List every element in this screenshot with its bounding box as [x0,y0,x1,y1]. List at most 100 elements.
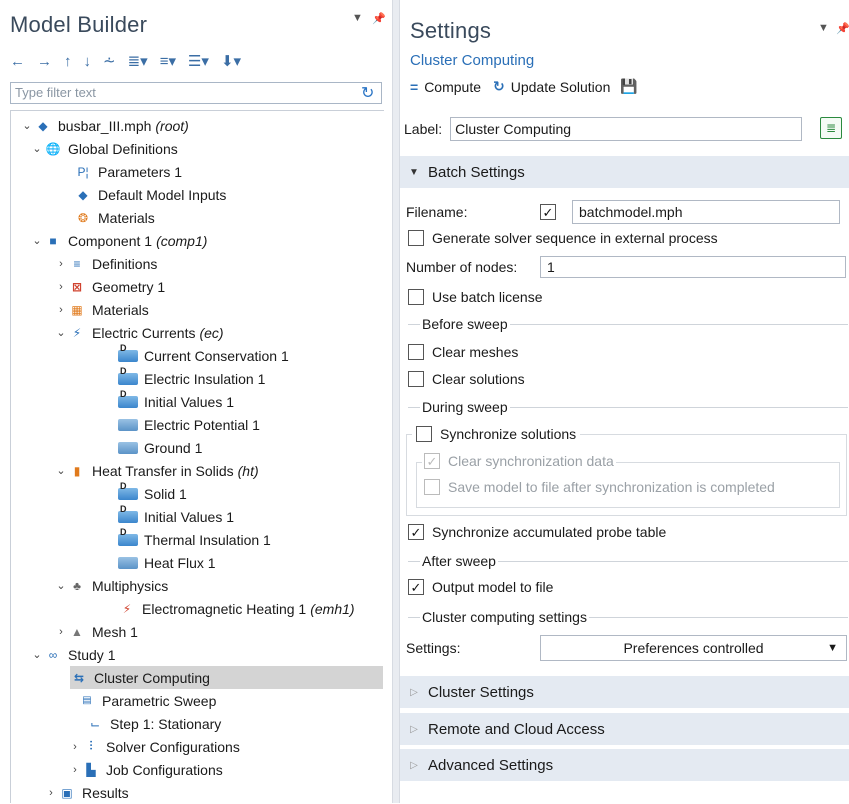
tree-node-study[interactable]: ⌄ ∞ Study 1 [30,643,115,666]
save-after-sync-row[interactable]: Save model to file after synchronization… [424,479,775,495]
tree-node-electric-potential[interactable]: Electric Potential 1 [118,413,260,436]
collapsed-chevron-icon[interactable]: › [54,281,68,293]
clear-sync-data-row[interactable]: ✓ Clear synchronization data [422,453,616,469]
tree-node-job-configurations[interactable]: › ▙ Job Configurations [68,758,223,781]
tree-node-cluster-computing[interactable]: ⇆ Cluster Computing [70,666,383,689]
collapsed-chevron-icon[interactable]: › [68,741,82,753]
panel-splitter[interactable] [392,0,400,803]
move-down-icon[interactable]: ↓ [84,53,92,70]
expanded-chevron-icon[interactable]: ⌄ [30,234,44,247]
filename-input[interactable]: batchmodel.mph [572,200,840,224]
update-solution-icon[interactable]: ↻ [493,78,505,95]
tree-node-global-definitions[interactable]: ⌄ 🌐 Global Definitions [30,137,178,160]
tree-node-electric-insulation[interactable]: D Electric Insulation 1 [118,366,265,390]
tree-node-label: Definitions [92,255,158,272]
tree-node-label: Heat Transfer in Solids [92,462,234,479]
expanded-chevron-icon[interactable]: ⌄ [54,326,68,339]
tree-node-parameters[interactable]: P¦ Parameters 1 [74,160,182,183]
list-icon[interactable]: ☰▾ [188,52,209,70]
expanded-chevron-icon[interactable]: ⌄ [30,648,44,661]
label-input[interactable]: Cluster Computing [450,117,803,141]
clear-sync-data-checkbox[interactable]: ✓ [424,453,440,469]
tree-node-solid[interactable]: D Solid 1 [118,481,187,505]
tree-node-initial-values-ht[interactable]: D Initial Values 1 [118,504,234,528]
compute-icon[interactable]: = [410,79,418,95]
generate-solver-checkbox[interactable] [408,230,424,246]
clear-solutions-checkbox[interactable] [408,371,424,387]
collapsed-chevron-icon[interactable]: › [54,626,68,638]
expanded-chevron-icon[interactable]: ⌄ [30,142,44,155]
compute-button[interactable]: Compute [424,79,481,95]
cluster-settings-header[interactable]: ▷ Cluster Settings [400,676,849,708]
tree-node-parametric-sweep[interactable]: ▤ Parametric Sweep [78,689,216,712]
collapse-icon[interactable]: ≡▾ [160,52,176,70]
tree-node-ground[interactable]: Ground 1 [118,436,202,459]
collapsed-chevron-icon[interactable]: › [68,764,82,776]
expand-icon[interactable]: ≣▾ [128,52,148,70]
tree-node-label: Materials [98,209,155,226]
tree-node-global-materials[interactable]: ❂ Materials [74,206,155,229]
tree-node-geometry[interactable]: › ⊠ Geometry 1 [54,275,165,298]
tree-node-label: Global Definitions [68,140,178,157]
comment-icon[interactable]: ≣ [820,117,842,139]
back-arrow-icon[interactable]: ← [10,53,25,70]
tree-node-mesh[interactable]: › ▲ Mesh 1 [54,620,138,643]
settings-dropdown[interactable]: Preferences controlled ▼ [540,635,847,661]
synchronize-solutions-checkbox[interactable] [416,426,432,442]
tree-filter-input[interactable]: Type filter text [10,82,382,104]
save-icon[interactable]: 💾 [620,78,637,95]
tree-node-heat-transfer[interactable]: ⌄ ▮ Heat Transfer in Solids (ht) [54,459,258,482]
model-tree-node-icon[interactable]: ⬇▾ [221,52,241,70]
remote-cloud-header[interactable]: ▷ Remote and Cloud Access [400,713,849,745]
clear-meshes-checkbox[interactable] [408,344,424,360]
generate-solver-row[interactable]: Generate solver sequence in external pro… [408,230,718,246]
output-model-checkbox[interactable]: ✓ [408,579,424,595]
model-icon: ◆ [38,118,48,133]
tree-node-multiphysics[interactable]: ⌄ ♣ Multiphysics [54,574,168,597]
sync-probe-table-checkbox[interactable]: ✓ [408,524,424,540]
panel-menu-icon[interactable]: ▼ [352,12,363,24]
expanded-chevron-icon[interactable]: ⌄ [20,119,34,132]
nodes-input[interactable]: 1 [540,256,846,278]
tree-node-heat-flux[interactable]: Heat Flux 1 [118,551,216,574]
tree-node-root[interactable]: ⌄ ◆ busbar_III.mph (root) [20,114,188,137]
tree-node-label: Results [82,784,129,801]
tree-node-materials[interactable]: › ▦ Materials [54,298,149,321]
move-up-icon[interactable]: ↑ [64,53,72,70]
expanded-chevron-icon[interactable]: ⌄ [54,579,68,592]
pin-icon[interactable]: 📌 [372,12,386,25]
tree-node-current-conservation[interactable]: D Current Conservation 1 [118,343,289,367]
tree-node-label: Materials [92,301,149,318]
tree-node-definitions[interactable]: › ≡ Definitions [54,252,157,275]
tree-node-component[interactable]: ⌄ ■ Component 1 (comp1) [30,229,207,252]
tree-node-thermal-insulation[interactable]: D Thermal Insulation 1 [118,527,271,551]
tree-node-step-stationary[interactable]: ⌙ Step 1: Stationary [86,712,221,735]
tree-node-default-model-inputs[interactable]: ◆ Default Model Inputs [74,183,226,206]
show-icon[interactable]: ⩪ [103,52,116,70]
panel-menu-icon[interactable]: ▼ [818,22,829,34]
collapsed-chevron-icon[interactable]: › [54,258,68,270]
collapsed-chevron-icon[interactable]: › [44,787,58,799]
clear-solutions-row[interactable]: Clear solutions [408,371,525,387]
batch-license-checkbox[interactable] [408,289,424,305]
batch-settings-header[interactable]: ▼ Batch Settings [400,156,849,188]
forward-arrow-icon[interactable]: → [37,53,52,70]
output-model-row[interactable]: ✓ Output model to file [408,579,553,595]
filename-checkbox[interactable]: ✓ [540,204,556,220]
expanded-chevron-icon[interactable]: ⌄ [54,464,68,477]
sync-probe-table-row[interactable]: ✓ Synchronize accumulated probe table [408,524,666,540]
tree-node-solver-configurations[interactable]: › ⫶ Solver Configurations [68,735,240,758]
tree-node-initial-values-ec[interactable]: D Initial Values 1 [118,389,234,413]
tree-node-electromagnetic-heating[interactable]: ⚡ Electromagnetic Heating 1 (emh1) [118,597,355,620]
collapsed-chevron-icon[interactable]: › [54,304,68,316]
advanced-settings-header[interactable]: ▷ Advanced Settings [400,749,849,781]
update-solution-button[interactable]: Update Solution [511,79,611,95]
refresh-icon[interactable]: ↻ [361,83,374,103]
tree-node-results[interactable]: › ▣ Results [44,781,129,804]
save-after-sync-checkbox[interactable] [424,479,440,495]
tree-node-electric-currents[interactable]: ⌄ ⚡ Electric Currents (ec) [54,321,223,344]
clear-meshes-row[interactable]: Clear meshes [408,344,518,360]
pin-icon[interactable]: 📌 [836,22,849,35]
batch-license-row[interactable]: Use batch license [408,289,543,305]
synchronize-solutions-row[interactable]: Synchronize solutions [412,426,581,442]
